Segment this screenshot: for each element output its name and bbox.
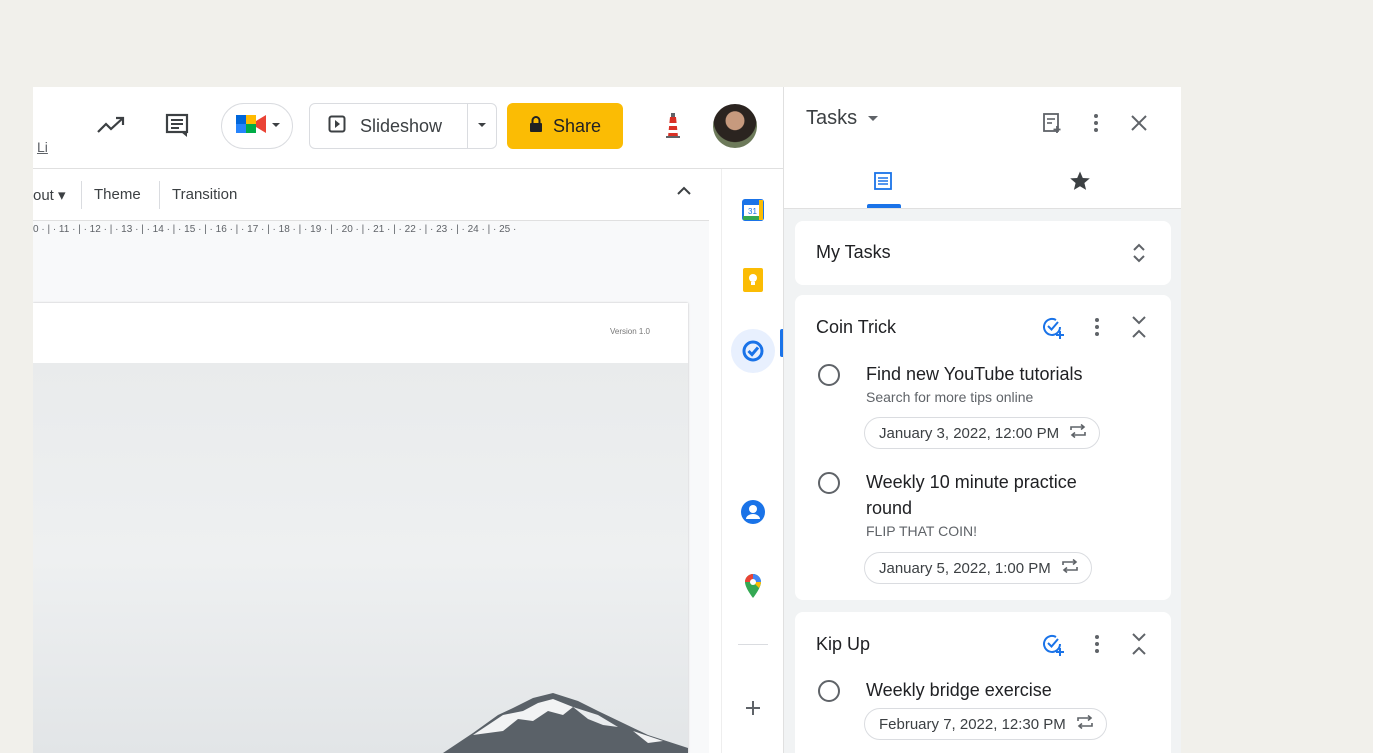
task-title[interactable]: Weekly bridge exercise <box>866 677 1126 703</box>
task-complete-checkbox[interactable] <box>818 472 840 494</box>
contacts-icon[interactable] <box>736 495 770 529</box>
avatar[interactable] <box>713 104 757 148</box>
slide-canvas[interactable]: Version 1.0 <box>33 303 688 753</box>
slideshow-options-button[interactable] <box>468 104 496 148</box>
more-options-icon[interactable] <box>1083 313 1111 341</box>
list-title: Kip Up <box>816 634 871 654</box>
theme-button[interactable]: Theme <box>94 186 141 203</box>
share-button[interactable]: Share <box>507 103 623 149</box>
tasks-title: Tasks <box>806 107 858 129</box>
slideshow-button-group: Slideshow <box>309 103 497 149</box>
add-task-icon[interactable] <box>1039 630 1067 658</box>
lock-icon <box>529 115 543 137</box>
layout-menu[interactable]: out ▾ <box>33 186 66 204</box>
repeat-icon <box>1061 558 1079 577</box>
task-complete-checkbox[interactable] <box>818 680 840 702</box>
more-options-icon[interactable] <box>1082 109 1110 137</box>
tasks-panel: Tasks My Tasks Coin Trick Find new YouTu… <box>783 87 1181 753</box>
task-date: February 7, 2022, 12:30 PM <box>879 715 1066 733</box>
lighthouse-addon-icon[interactable] <box>657 109 689 141</box>
comments-icon[interactable] <box>161 109 193 141</box>
activity-trend-icon[interactable] <box>95 109 127 141</box>
task-title[interactable]: Find new YouTube tutorials <box>866 361 1126 387</box>
collapse-icon[interactable] <box>1125 313 1153 341</box>
tab-starred[interactable] <box>1064 167 1096 199</box>
collapse-toolbar-icon[interactable] <box>676 183 692 203</box>
transition-button[interactable]: Transition <box>172 186 237 203</box>
menu-edge-text[interactable]: Li <box>37 139 48 155</box>
side-panel-rail: 31 <box>721 169 783 753</box>
plus-icon[interactable] <box>736 691 770 725</box>
chevron-down-icon <box>271 117 281 135</box>
task-list-card: Coin Trick Find new YouTube tutorials Se… <box>795 295 1171 600</box>
close-icon[interactable] <box>1125 109 1153 137</box>
list-icon <box>873 171 893 196</box>
tab-tasks-list[interactable] <box>867 167 899 199</box>
ruler: 0 · | · 11 · | · 12 · | · 13 · | · 14 · … <box>33 221 709 239</box>
task-date: January 3, 2022, 12:00 PM <box>879 424 1060 442</box>
meet-icon <box>234 111 268 142</box>
task-list-card: Kip Up Weekly bridge exercise February 7… <box>795 612 1171 753</box>
format-toolbar: out ▾ Theme Transition <box>33 169 709 221</box>
slideshow-button[interactable]: Slideshow <box>310 104 468 148</box>
rail-divider <box>738 644 768 645</box>
play-icon <box>328 115 346 138</box>
version-label: Version 1.0 <box>609 327 650 336</box>
app-window: Li Slideshow Share out ▾ Theme Transitio… <box>33 87 1181 753</box>
editor-scrollbar[interactable] <box>709 169 721 753</box>
list-selector-label: My Tasks <box>816 242 891 262</box>
collapse-icon[interactable] <box>1125 630 1153 658</box>
task-date-chip[interactable]: January 5, 2022, 1:00 PM <box>864 552 1092 584</box>
new-list-icon[interactable] <box>1038 109 1066 137</box>
calendar-icon[interactable]: 31 <box>736 193 770 227</box>
list-selector[interactable]: My Tasks <box>795 221 1171 285</box>
star-icon <box>1069 170 1091 197</box>
task-complete-checkbox[interactable] <box>818 364 840 386</box>
slideshow-label: Slideshow <box>360 115 443 136</box>
slides-editor: Li Slideshow Share out ▾ Theme Transitio… <box>33 87 783 753</box>
share-label: Share <box>552 115 602 136</box>
toolbar-divider <box>159 181 160 209</box>
unfold-icon <box>1125 239 1153 267</box>
task-date-chip[interactable]: January 3, 2022, 12:00 PM <box>864 417 1101 449</box>
top-bar: Li Slideshow Share <box>33 87 783 169</box>
task-title[interactable]: Weekly 10 minute practice round <box>866 469 1126 521</box>
chevron-down-icon <box>867 107 879 130</box>
mountain-photo <box>33 363 688 753</box>
keep-icon[interactable] <box>736 263 770 297</box>
toolbar-divider <box>81 181 82 209</box>
repeat-icon <box>1076 714 1094 733</box>
more-options-icon[interactable] <box>1083 630 1111 658</box>
tasks-header: Tasks <box>784 87 1181 209</box>
task-date-chip[interactable]: February 7, 2022, 12:30 PM <box>864 708 1107 740</box>
add-task-icon[interactable] <box>1039 313 1067 341</box>
tasks-app-icon[interactable] <box>731 329 775 373</box>
meet-button[interactable] <box>221 103 293 149</box>
tasks-title-menu[interactable]: Tasks <box>806 107 879 130</box>
maps-icon[interactable] <box>736 569 770 603</box>
slide-header: Version 1.0 <box>33 303 688 363</box>
task-date: January 5, 2022, 1:00 PM <box>879 559 1051 577</box>
active-tab-indicator <box>867 204 901 208</box>
task-subtitle: FLIP THAT COIN! <box>866 523 977 539</box>
list-title: Coin Trick <box>816 317 897 337</box>
chevron-down-icon <box>477 117 487 135</box>
repeat-icon <box>1069 423 1087 442</box>
task-subtitle: Search for more tips online <box>866 389 1034 405</box>
svg-text:31: 31 <box>748 207 757 216</box>
